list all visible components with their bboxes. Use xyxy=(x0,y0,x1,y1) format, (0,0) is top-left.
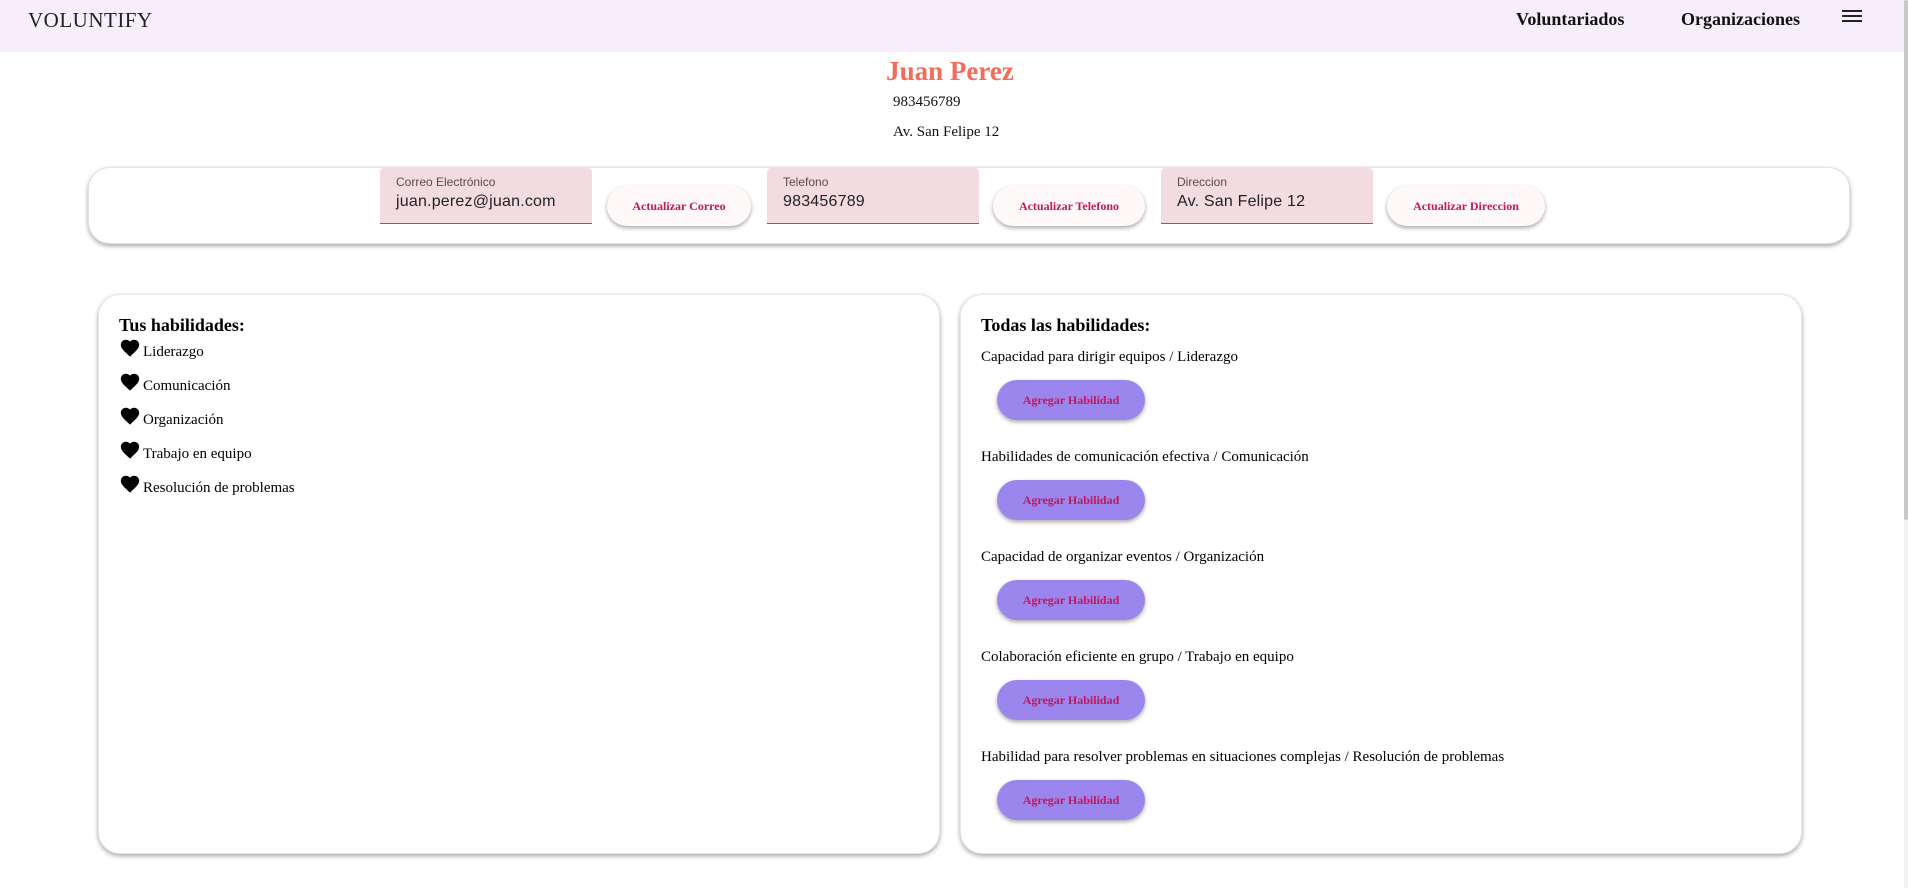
heart-icon xyxy=(120,407,140,425)
phone-field-value[interactable]: 983456789 xyxy=(783,193,963,211)
page-scrollbar[interactable] xyxy=(1904,0,1908,888)
phone-field[interactable]: Telefono 983456789 xyxy=(767,168,979,224)
heart-icon xyxy=(120,339,140,357)
my-skill-label: Liderazgo xyxy=(143,344,204,360)
add-skill-button[interactable]: Agregar Habilidad xyxy=(997,680,1145,720)
skill-description: Habilidad para resolver problemas en sit… xyxy=(981,749,1505,765)
all-skills-panel: Todas las habilidades: Capacidad para di… xyxy=(960,294,1802,854)
heart-icon xyxy=(120,373,140,391)
my-skill-item: Liderazgo xyxy=(119,337,204,361)
address-field[interactable]: Direccion Av. San Felipe 12 xyxy=(1161,168,1373,224)
email-field-label: Correo Electrónico xyxy=(396,175,496,189)
my-skills-panel: Tus habilidades: Liderazgo Comunicación … xyxy=(98,294,940,854)
all-skills-title: Todas las habilidades: xyxy=(981,315,1151,335)
email-field[interactable]: Correo Electrónico juan.perez@juan.com xyxy=(380,168,592,224)
add-skill-button[interactable]: Agregar Habilidad xyxy=(997,780,1145,820)
hamburger-menu-icon[interactable] xyxy=(1842,8,1862,24)
update-address-button[interactable]: Actualizar Direccion xyxy=(1387,186,1545,226)
add-skill-button[interactable]: Agregar Habilidad xyxy=(997,480,1145,520)
nav-voluntariados[interactable]: Voluntariados xyxy=(1516,9,1624,30)
profile-address: Av. San Felipe 12 xyxy=(893,124,1000,140)
profile-name: Juan Perez xyxy=(886,56,1014,86)
profile-phone: 983456789 xyxy=(893,94,961,110)
my-skill-label: Organización xyxy=(143,412,224,428)
address-field-label: Direccion xyxy=(1177,175,1228,189)
heart-icon xyxy=(120,441,140,459)
update-contact-card: Correo Electrónico juan.perez@juan.com A… xyxy=(88,167,1850,244)
update-phone-button[interactable]: Actualizar Telefono xyxy=(993,186,1145,226)
top-navbar: VOLUNTIFY Voluntariados Organizaciones xyxy=(0,0,1904,52)
phone-field-label: Telefono xyxy=(783,175,829,189)
scrollbar-thumb[interactable] xyxy=(1904,0,1908,520)
skill-description: Colaboración eficiente en grupo / Trabaj… xyxy=(981,649,1294,665)
my-skill-label: Trabajo en equipo xyxy=(143,446,252,462)
update-email-button[interactable]: Actualizar Correo xyxy=(607,186,751,226)
my-skill-label: Comunicación xyxy=(143,378,231,394)
heart-icon xyxy=(120,475,140,493)
skill-description: Habilidades de comunicación efectiva / C… xyxy=(981,449,1309,465)
address-field-value[interactable]: Av. San Felipe 12 xyxy=(1177,193,1357,211)
skill-description: Capacidad de organizar eventos / Organiz… xyxy=(981,549,1265,565)
my-skill-item: Organización xyxy=(119,405,224,429)
add-skill-button[interactable]: Agregar Habilidad xyxy=(997,580,1145,620)
my-skill-item: Trabajo en equipo xyxy=(119,439,252,463)
my-skill-label: Resolución de problemas xyxy=(143,480,295,496)
add-skill-button[interactable]: Agregar Habilidad xyxy=(997,380,1145,420)
skill-description: Capacidad para dirigir equipos / Lideraz… xyxy=(981,349,1238,365)
email-field-value[interactable]: juan.perez@juan.com xyxy=(396,193,576,211)
my-skill-item: Comunicación xyxy=(119,371,230,395)
my-skill-item: Resolución de problemas xyxy=(119,473,295,497)
my-skills-title: Tus habilidades: xyxy=(119,315,245,335)
nav-organizaciones[interactable]: Organizaciones xyxy=(1681,9,1800,30)
brand-logo[interactable]: VOLUNTIFY xyxy=(28,8,153,33)
